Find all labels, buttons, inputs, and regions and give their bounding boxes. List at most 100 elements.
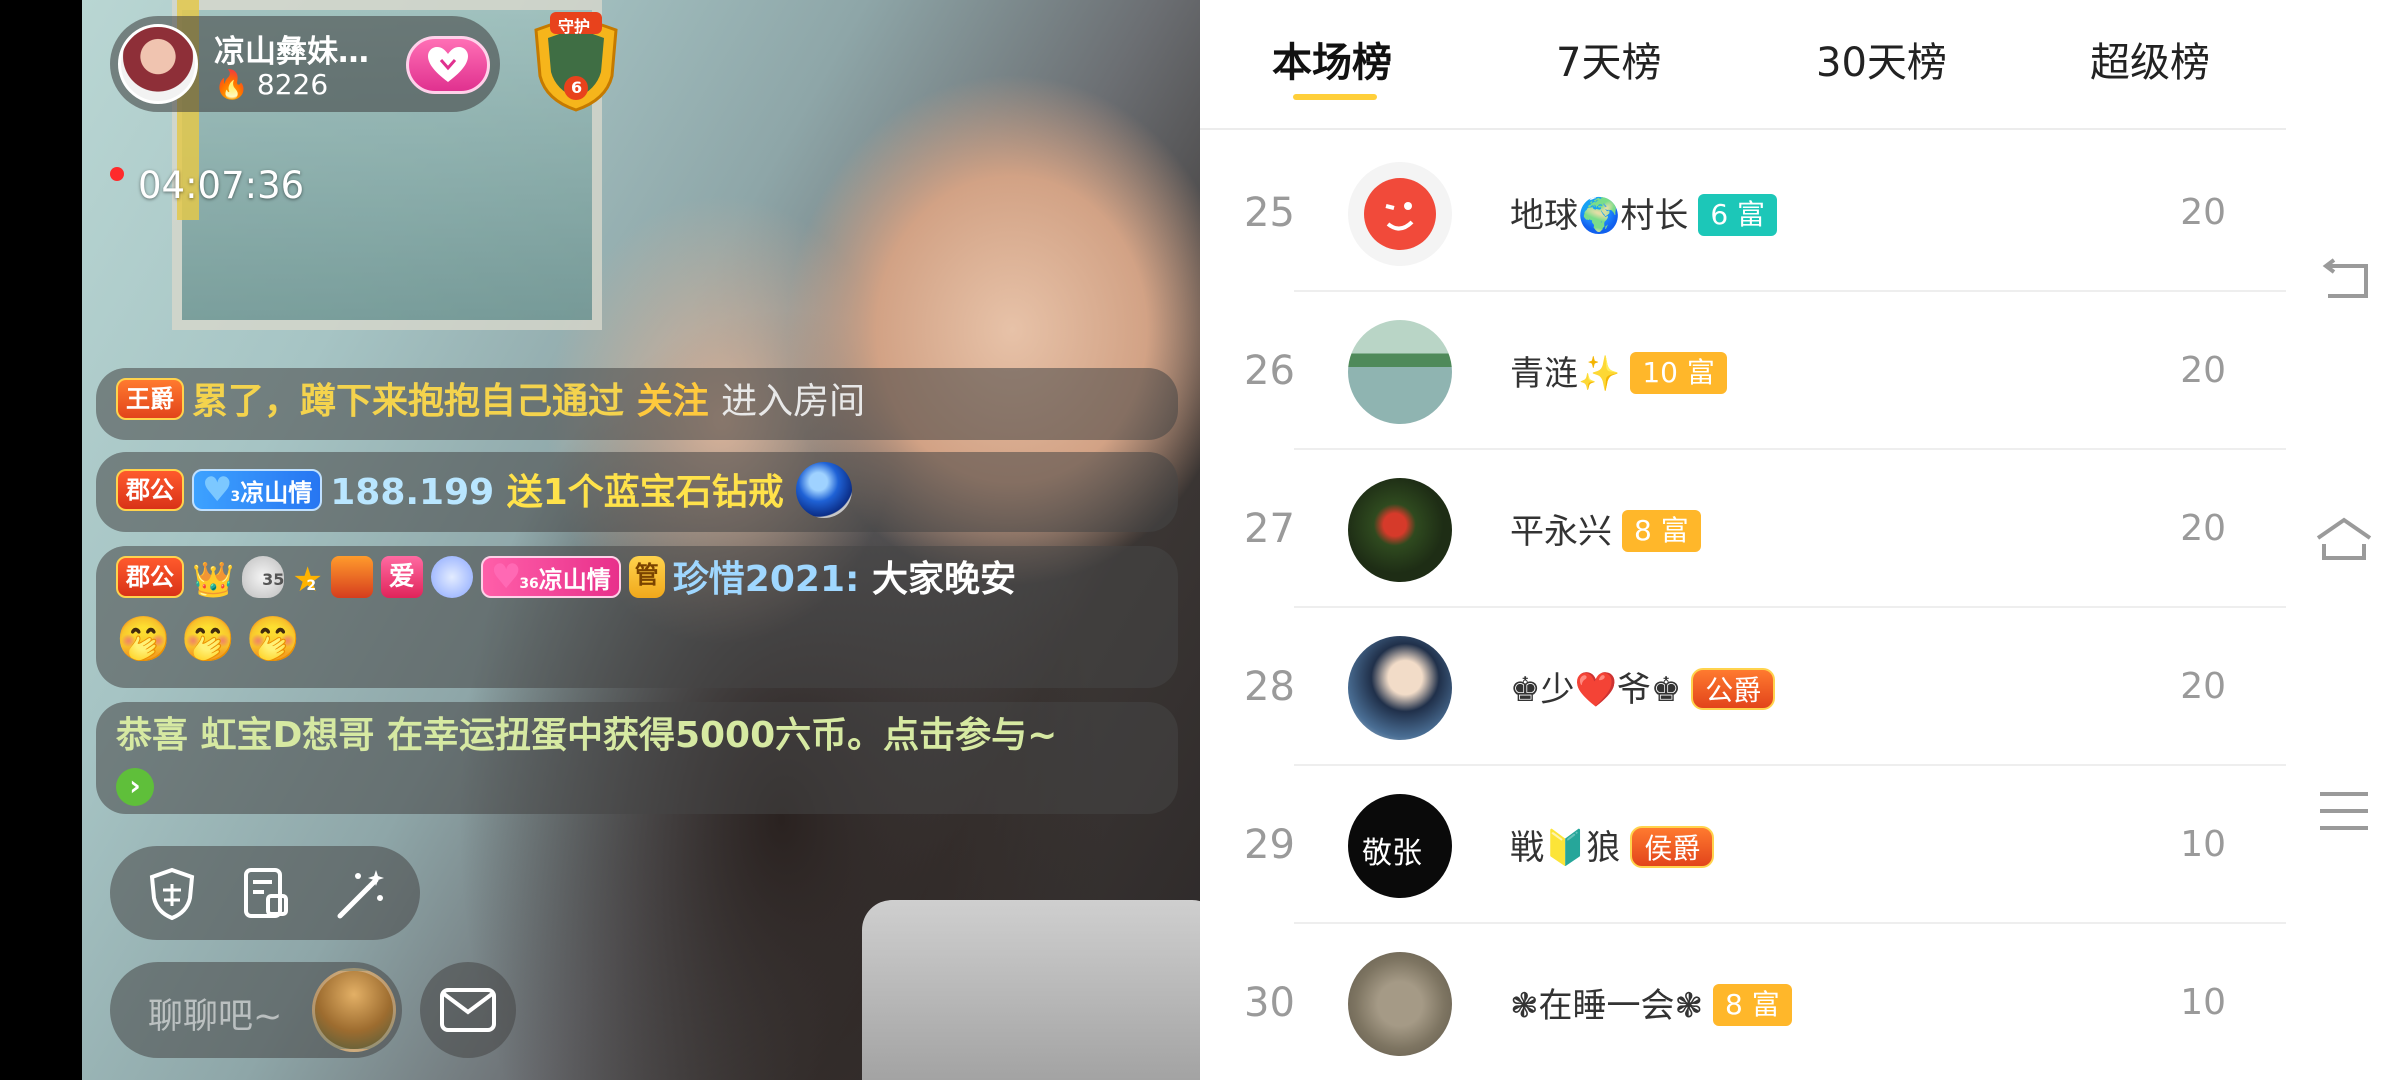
emoji-icon: 🤭 <box>116 614 171 665</box>
user-avatar[interactable] <box>1348 636 1452 740</box>
leaderboard-tabs: 本场榜 7天榜 30天榜 超级榜 <box>1200 0 2286 130</box>
chat-message[interactable]: 郡公 👑 35 ★ 2 爱 ♥36凉山情管珍惜2021: 大家晚安 🤭 🤭 🤭 <box>96 546 1178 688</box>
host-avatar[interactable] <box>118 24 198 104</box>
fan-club-badge: ♥36凉山情 <box>480 556 621 598</box>
system-navigation-bar <box>2286 0 2400 1080</box>
admin-badge: 管 <box>628 556 665 598</box>
fan-level: 3 <box>230 489 241 505</box>
leaderboard-row[interactable]: 25 地球🌍村长 6 富 20 <box>1200 134 2286 292</box>
chat-input[interactable]: 聊聊吧~ <box>110 962 402 1058</box>
home-icon[interactable] <box>2314 514 2374 564</box>
shield-level-icon: 35 <box>242 556 285 598</box>
user-name-line: 地球🌍村长 6 富 <box>1510 188 1778 239</box>
noble-badge: 郡公 <box>116 556 184 598</box>
rank-number: 28 <box>1244 664 1295 710</box>
tool-bar <box>110 846 420 940</box>
chat-action: 关注 <box>636 381 709 422</box>
chevron-right-icon[interactable]: › <box>116 768 154 806</box>
treasure-chest-icon <box>330 556 373 598</box>
rank-number: 29 <box>1244 822 1295 868</box>
emoji-icon: 🤭 <box>245 614 301 665</box>
ring-badge-icon <box>430 556 473 598</box>
heart-icon <box>428 47 468 82</box>
leaderboard-row[interactable]: 26 青涟✨ 10 富 20 <box>1200 292 2286 450</box>
fire-icon: 🔥 <box>214 68 249 101</box>
leaderboard-row[interactable]: 30 ❃在睡一会❃ 8 富 10 <box>1200 924 2286 1080</box>
shield-level: 35 <box>262 570 285 589</box>
wealth-level-badge: 8 富 <box>1712 983 1792 1026</box>
wealth-level-badge: 6 富 <box>1698 193 1778 236</box>
user-name-line: 青涟✨ 10 富 <box>1510 346 1727 397</box>
streamer-shirt <box>862 900 1200 1080</box>
star-level-icon: ★ 2 <box>292 556 322 600</box>
tab-7-days[interactable]: 7天榜 <box>1556 30 1661 88</box>
emoji-icon: 🤭 <box>180 614 236 665</box>
chat-username[interactable]: 累了，蹲下来抱抱自己通过 <box>192 381 624 422</box>
fan-level: 36 <box>519 576 539 592</box>
tab-30-days[interactable]: 30天榜 <box>1816 30 1947 88</box>
heart-icon: ♥ <box>202 470 233 510</box>
system-announcement[interactable]: 恭喜 虹宝D想哥 在幸运扭蛋中获得5000六币。点击参与~ › <box>96 702 1178 814</box>
tab-super[interactable]: 超级榜 <box>2090 30 2210 88</box>
chat-text: 大家晚安 <box>871 559 1016 600</box>
leaderboard-row[interactable]: 29 敬张 戦🔰狼 侯爵 10 <box>1200 766 2286 924</box>
user-name-line: ❃在睡一会❃ 8 富 <box>1510 978 1792 1029</box>
user-avatar[interactable] <box>1348 478 1452 582</box>
tab-current-session[interactable]: 本场榜 <box>1272 30 1392 88</box>
wealth-level-badge: 8 富 <box>1622 509 1701 552</box>
back-icon[interactable] <box>2314 256 2374 306</box>
noble-badge: 公爵 <box>1691 667 1776 710</box>
avatar-text: 敬张 <box>1362 836 1422 871</box>
noble-badge: 郡公 <box>116 469 184 511</box>
envelope-icon <box>440 988 496 1032</box>
user-name-line: ♚少❤️爷♚ 公爵 <box>1510 662 1776 713</box>
leaderboard-row[interactable]: 28 ♚少❤️爷♚ 公爵 20 <box>1200 608 2286 766</box>
follow-button[interactable] <box>406 36 490 94</box>
host-info-capsule[interactable]: 凉山彝妹… 🔥 8226 <box>110 16 500 112</box>
recording-dot-icon <box>110 166 124 181</box>
chat-input-placeholder: 聊聊吧~ <box>148 997 283 1037</box>
user-name: 平永兴 <box>1510 512 1612 552</box>
user-avatar[interactable]: 敬张 <box>1348 794 1452 898</box>
guard-badge-level: 6 <box>571 78 583 97</box>
chat-message[interactable]: 王爵 累了，蹲下来抱抱自己通过 关注 进入房间 <box>96 368 1178 440</box>
noble-badge: 王爵 <box>116 378 184 420</box>
wealth-level-badge: 10 富 <box>1630 351 1727 394</box>
guard-badge[interactable]: 守护 6 <box>522 6 630 114</box>
announcement-text: 恭喜 虹宝D想哥 在幸运扭蛋中获得5000六币。点击参与~ <box>116 715 1058 756</box>
chat-username[interactable]: 188.199 <box>330 472 494 513</box>
chat-suffix: 进入房间 <box>721 381 866 422</box>
user-avatar[interactable] <box>1348 162 1452 266</box>
chat-message[interactable]: 郡公 ♥3凉山情 188.199 送1个蓝宝石钻戒 <box>96 452 1178 532</box>
score: 20 <box>2180 666 2226 707</box>
menu-icon[interactable] <box>2314 786 2374 836</box>
score: 20 <box>2180 508 2226 549</box>
host-popularity: 🔥 8226 <box>214 68 328 101</box>
crown-icon: 👑 <box>192 560 235 600</box>
score: 10 <box>2180 824 2226 865</box>
user-name-line: 平永兴 8 富 <box>1510 504 1701 555</box>
user-avatar[interactable] <box>1348 952 1452 1056</box>
noble-badge: 侯爵 <box>1630 825 1715 868</box>
rank-number: 26 <box>1244 348 1295 394</box>
leaderboard-panel: 本场榜 7天榜 30天榜 超级榜 25 地球🌍村长 6 富 20 26 青涟✨ 10… <box>1200 0 2286 1080</box>
message-button[interactable] <box>420 962 516 1058</box>
live-timer: 04:07:36 <box>110 164 304 207</box>
heart-icon: ♥ <box>490 557 522 597</box>
user-name: 地球🌍村长 <box>1510 196 1689 236</box>
user-avatar[interactable] <box>1348 320 1452 424</box>
love-badge: 爱 <box>380 556 423 598</box>
score: 20 <box>2180 350 2226 391</box>
task-list-icon[interactable] <box>238 866 294 922</box>
rank-number: 30 <box>1244 980 1295 1026</box>
leaderboard-row[interactable]: 27 平永兴 8 富 20 <box>1200 450 2286 608</box>
host-popularity-count: 8226 <box>256 68 329 101</box>
magic-wand-icon[interactable] <box>332 866 388 922</box>
rank-number: 27 <box>1244 506 1295 552</box>
chat-username[interactable]: 珍惜2021: <box>673 559 860 600</box>
sapphire-ring-icon <box>796 462 853 518</box>
host-name: 凉山彝妹… <box>214 34 369 70</box>
guard-badge-label: 守护 <box>558 17 591 36</box>
guest-avatar[interactable] <box>312 968 396 1052</box>
guard-shield-icon[interactable] <box>144 866 200 922</box>
